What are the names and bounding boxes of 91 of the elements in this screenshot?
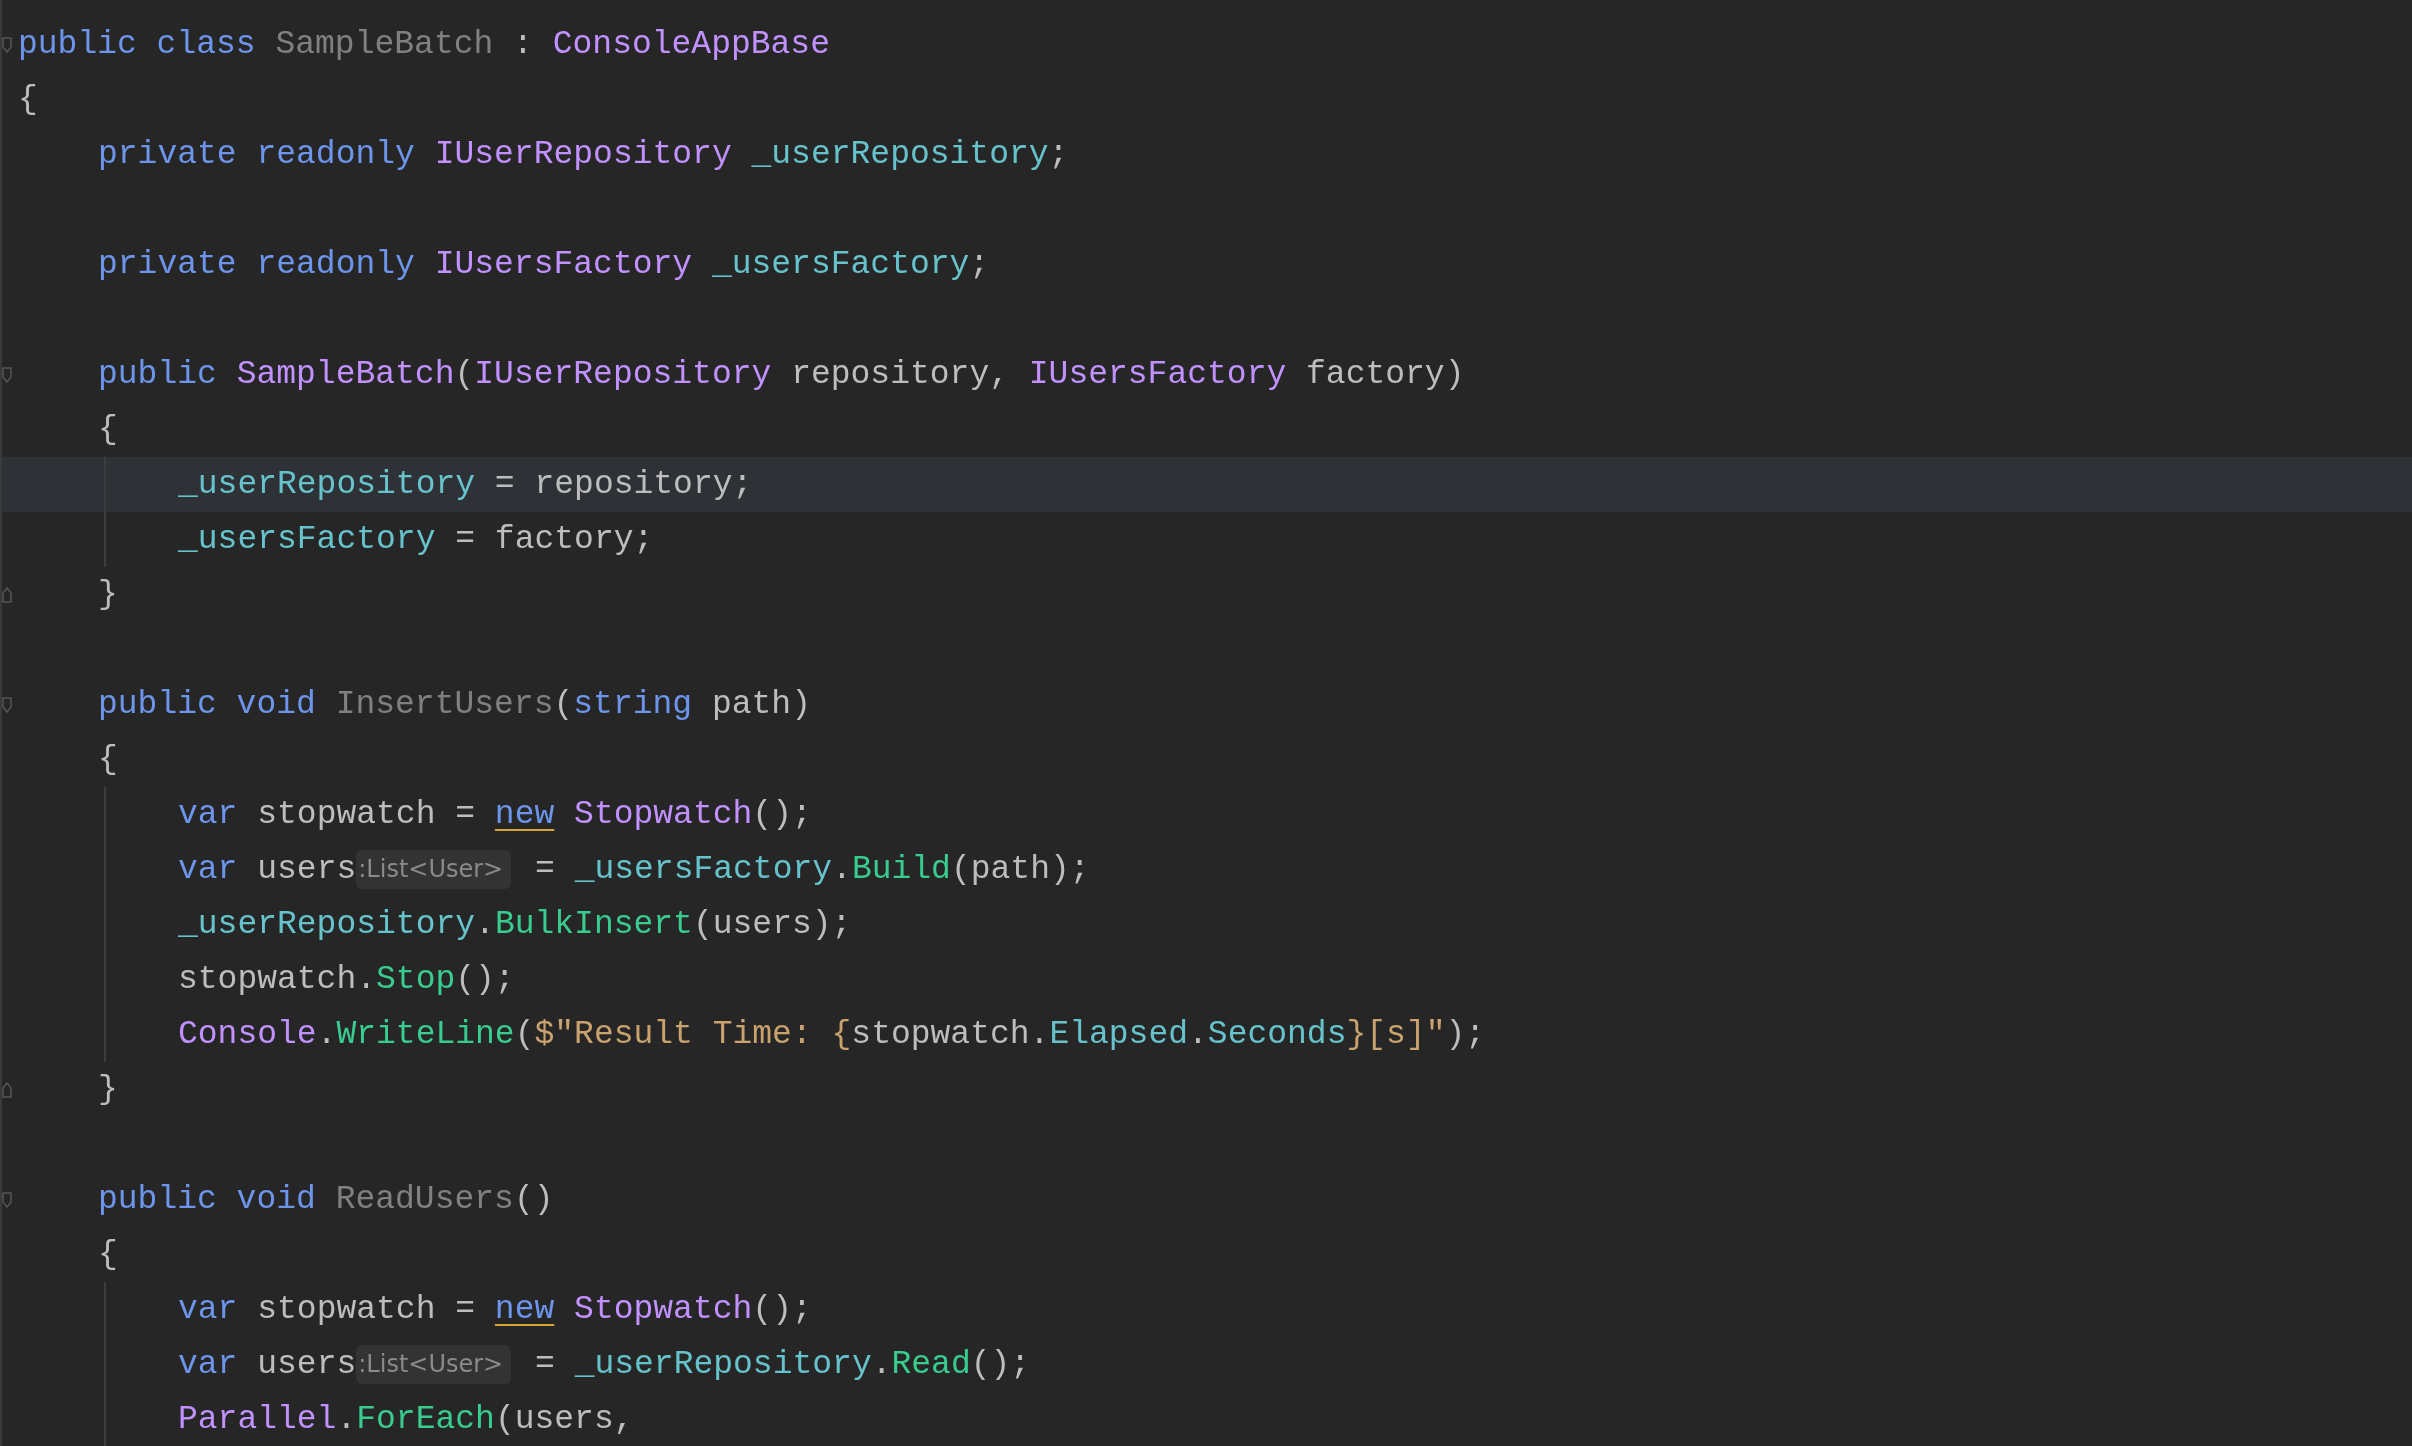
code-token: {	[98, 409, 118, 450]
code-token: private readonly	[98, 134, 416, 175]
code-token: WriteLine	[336, 1014, 515, 1055]
code-token: string	[573, 684, 693, 725]
code-token: (users);	[692, 904, 852, 945]
code-token: }	[98, 1069, 118, 1110]
code-token: =	[534, 1344, 556, 1385]
code-token: factory)	[1305, 354, 1465, 395]
code-token: BulkInsert	[494, 904, 693, 945]
code-token: {	[98, 1234, 118, 1275]
code-token: IUsersFactory	[1028, 354, 1287, 395]
code-token: (users,	[494, 1399, 634, 1440]
code-token: repository,	[790, 354, 1010, 395]
code-token: .	[871, 1344, 892, 1385]
code-token: Stopwatch	[573, 794, 753, 835]
code-token: path)	[710, 684, 811, 725]
code-token: users	[257, 1344, 357, 1385]
code-token: .	[832, 849, 852, 890]
code-token: var	[178, 794, 239, 835]
code-token: new	[494, 1289, 555, 1330]
code-token: (	[514, 1014, 535, 1055]
code-token: new	[494, 794, 555, 835]
code-token: :	[512, 24, 534, 65]
code-token: .	[1188, 1014, 1208, 1055]
code-token: _userRepository	[751, 134, 1049, 175]
code-token: var	[178, 1344, 239, 1385]
type-hint: :List<User>	[356, 850, 512, 889]
fold-marker-icon[interactable]	[2, 36, 12, 53]
code-token: _userRepository	[178, 464, 476, 505]
code-token: }	[98, 574, 118, 615]
code-token: ;	[969, 244, 990, 285]
code-token: .	[336, 1399, 357, 1440]
code-token: stopwatch =	[257, 794, 477, 835]
fold-marker-icon[interactable]	[2, 586, 12, 603]
code-token: Read	[891, 1344, 971, 1385]
code-token: {	[18, 79, 38, 120]
code-token: = factory;	[454, 519, 654, 560]
code-token: = repository;	[493, 464, 753, 505]
code-token: _usersFactory	[574, 849, 833, 890]
code-token: public	[98, 354, 218, 395]
code-token: ForEach	[356, 1399, 495, 1440]
code-token: ();	[752, 794, 812, 835]
fold-marker-icon[interactable]	[2, 696, 12, 713]
code-token: ();	[970, 1344, 1031, 1385]
code-token: ;	[1048, 134, 1069, 175]
code-token: Stop	[376, 959, 456, 1000]
code-token: users	[257, 849, 357, 890]
code-token: IUserRepository	[434, 134, 733, 175]
code-token: (path);	[950, 849, 1090, 890]
code-token: Parallel	[178, 1399, 337, 1440]
code-token: private readonly	[98, 244, 416, 285]
code-token: }[s]"	[1346, 1014, 1446, 1055]
code-token: SampleBatch	[236, 354, 455, 395]
code-token: _usersFactory	[178, 519, 436, 560]
code-token: IUsersFactory	[434, 244, 694, 285]
type-hint: :List<User>	[356, 1345, 512, 1384]
fold-marker-icon[interactable]	[2, 1081, 12, 1098]
code-token: ReadUsers	[335, 1179, 514, 1220]
code-token: .	[316, 1014, 337, 1055]
code-token: {	[98, 739, 118, 780]
fold-marker-icon[interactable]	[2, 366, 12, 383]
code-token: _userRepository	[574, 1344, 872, 1385]
code-token: ();	[752, 1289, 812, 1330]
code-token: stopwatch =	[257, 1289, 477, 1330]
code-token: public void	[98, 684, 317, 725]
code-token: public class	[18, 24, 257, 65]
code-token: Elapsed	[1049, 1014, 1188, 1055]
code-token: IUserRepository	[474, 354, 772, 395]
code-token: ();	[455, 959, 515, 1000]
code-token: InsertUsers	[335, 684, 554, 725]
code-token: public void	[98, 1179, 317, 1220]
code-token: _userRepository	[178, 904, 476, 945]
code-token: stopwatch.	[178, 959, 377, 1000]
code-token: _usersFactory	[711, 244, 970, 285]
code-token: Seconds	[1207, 1014, 1347, 1055]
code-token: ConsoleAppBase	[552, 24, 830, 65]
fold-marker-icon[interactable]	[2, 1191, 12, 1208]
code-token: $"Result Time: {	[534, 1014, 852, 1055]
code-token: .	[475, 904, 495, 945]
code-token: =	[534, 849, 556, 890]
code-token: (	[454, 354, 475, 395]
code-token: Stopwatch	[573, 1289, 753, 1330]
code-token: ()	[513, 1179, 554, 1220]
code-token: SampleBatch	[275, 24, 494, 65]
code-token: Build	[851, 849, 951, 890]
code-token: );	[1445, 1014, 1486, 1055]
code-token: var	[178, 1289, 239, 1330]
code-token: Console	[178, 1014, 317, 1055]
code-token: var	[178, 849, 239, 890]
code-token: (	[553, 684, 574, 725]
code-token: stopwatch.	[851, 1014, 1050, 1055]
